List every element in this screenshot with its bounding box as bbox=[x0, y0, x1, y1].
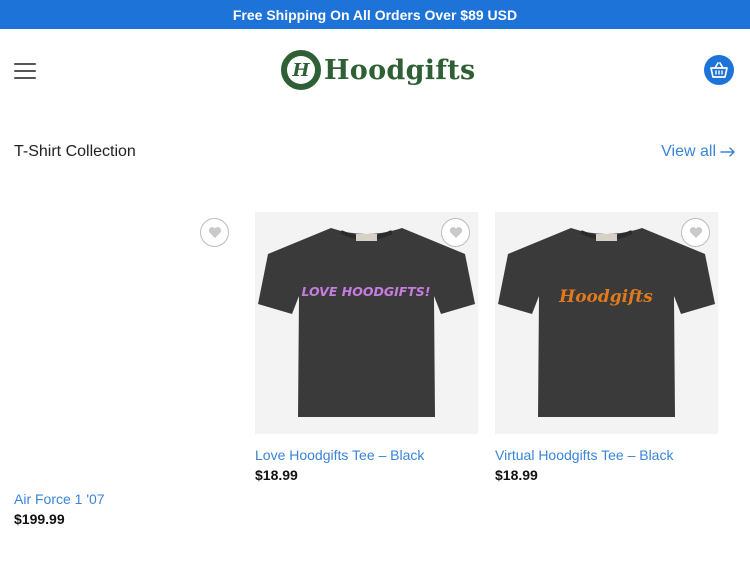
product-name[interactable]: Love Hoodgifts Tee – Black bbox=[255, 447, 478, 463]
logo-text: Hoodgifts bbox=[324, 54, 476, 86]
product-name[interactable]: Virtual Hoodgifts Tee – Black bbox=[495, 447, 718, 463]
product-card[interactable]: LOVE HOODGIFTS! Love Hoodgifts Tee – Bla… bbox=[255, 212, 478, 483]
logo-badge: H bbox=[281, 50, 321, 90]
heart-icon bbox=[449, 227, 462, 238]
basket-icon bbox=[710, 62, 728, 78]
heart-icon bbox=[208, 227, 221, 238]
wishlist-button[interactable] bbox=[200, 218, 229, 247]
view-all-link[interactable]: View all bbox=[661, 143, 736, 161]
product-image[interactable]: LOVE HOODGIFTS! bbox=[255, 212, 478, 434]
arrow-right-icon bbox=[720, 147, 735, 157]
menu-icon[interactable] bbox=[14, 63, 36, 79]
product-price: $199.99 bbox=[14, 511, 65, 527]
product-card[interactable]: Air Force 1 '07 $199.99 bbox=[14, 212, 237, 527]
announcement-bar: Free Shipping On All Orders Over $89 USD bbox=[0, 0, 750, 29]
announcement-text: Free Shipping On All Orders Over $89 USD bbox=[232, 6, 518, 23]
product-card[interactable]: Hoodgifts Virtual Hoodgifts Tee – Black … bbox=[495, 212, 718, 483]
product-price: $18.99 bbox=[495, 467, 538, 483]
tshirt-print: LOVE HOODGIFTS! bbox=[301, 284, 430, 299]
tshirt-image: LOVE HOODGIFTS! bbox=[258, 228, 475, 417]
tshirt-print: Hoodgifts bbox=[558, 287, 653, 307]
product-price: $18.99 bbox=[255, 467, 298, 483]
product-name[interactable]: Air Force 1 '07 bbox=[14, 491, 237, 507]
site-logo[interactable]: H Hoodgifts bbox=[281, 49, 476, 91]
site-header: H Hoodgifts bbox=[0, 29, 750, 111]
wishlist-button[interactable] bbox=[681, 218, 710, 247]
section-title: T-Shirt Collection bbox=[14, 143, 136, 160]
wishlist-button[interactable] bbox=[441, 218, 470, 247]
product-image[interactable]: Hoodgifts bbox=[495, 212, 718, 434]
cart-button[interactable] bbox=[704, 55, 734, 85]
view-all-label: View all bbox=[661, 143, 716, 160]
tshirt-image: Hoodgifts bbox=[498, 228, 715, 417]
heart-icon bbox=[689, 227, 702, 238]
product-image[interactable] bbox=[14, 212, 237, 434]
